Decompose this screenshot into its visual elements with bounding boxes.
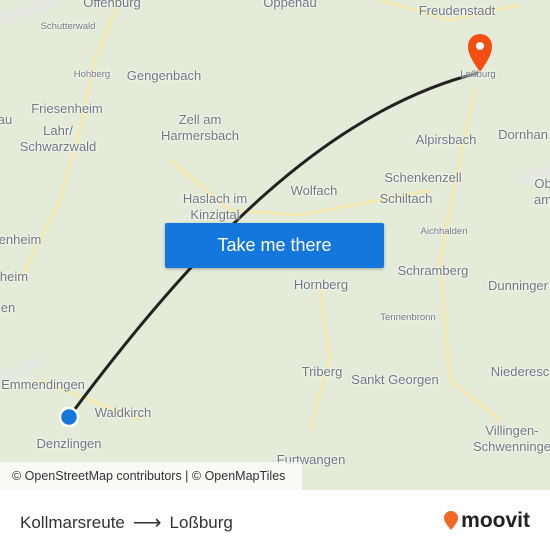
place-label: Schenkenzell [384,170,462,185]
map[interactable]: Offenburg Schutterwald Oppenau Freudenstadt… [0,0,550,490]
take-me-there-button[interactable]: Take me there [165,223,384,268]
place-label: Freudenstadt [418,3,496,18]
place-label: Wolfach [290,183,338,198]
place-label: Offenburg [83,0,141,10]
place-label: Triberg [301,364,343,379]
place-label: Dornhan [498,127,548,142]
place-label: enheim [0,232,42,247]
place-label: Hornberg [293,277,349,292]
place-label: Haslach im Kinzigtal [182,191,248,222]
place-label: Oppenau [263,0,317,10]
origin-marker [58,406,80,428]
place-label: Schramberg [397,263,469,278]
place-label: Loßburg [460,69,496,80]
place-label: Aichhalden [420,226,468,237]
place-label: Waldkirch [94,405,152,420]
place-label: Emmendingen [1,377,85,392]
place-label: Friesenheim [31,101,103,116]
brand-name: moovit [461,509,530,532]
arrow-right-icon: ⟶ [132,512,162,534]
moovit-pin-icon [444,511,459,530]
place-label: heim [0,269,29,284]
map-attribution[interactable]: © OpenStreetMap contributors | © OpenMap… [0,462,302,490]
destination-name: Loßburg [169,512,233,532]
place-label: Schutterwald [40,21,96,32]
place-label: Denzlingen [36,436,102,451]
place-label: Ob am [533,176,550,207]
footer: Kollmarsreute ⟶ Loßburg moovit [0,490,550,550]
place-label: Schiltach [379,191,433,206]
moovit-logo[interactable]: moovit [443,509,530,533]
place-label: Dunninger [488,278,548,293]
place-label: Gengenbach [126,68,202,83]
place-label: en [0,300,16,315]
place-label: Sankt Georgen [351,372,439,387]
place-label: Villingen- Schwenninge [472,423,550,454]
place-label: Zell am Harmersbach [160,112,240,143]
place-label: Niederesc [490,364,550,379]
place-label: au [0,112,13,127]
place-label: Lahr/Schwarzwald [19,123,97,154]
place-label: Alpirsbach [415,132,477,147]
origin-name: Kollmarsreute [20,512,125,532]
route-title: Kollmarsreute ⟶ Loßburg [20,510,233,535]
place-label: Tennenbronn [380,312,436,323]
place-label: Hohberg [73,69,111,80]
